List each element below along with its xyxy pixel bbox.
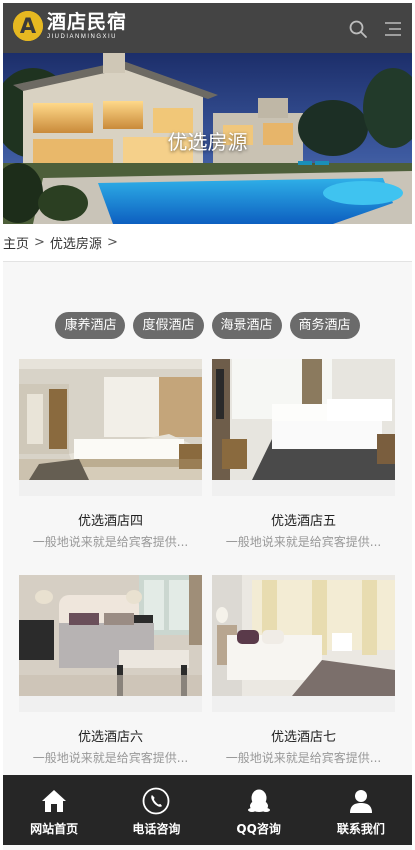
nav-label: 电话咨询 [132,822,181,836]
nav-label: 网站首页 [30,822,79,836]
hero-banner: 优选房源 [3,53,412,224]
category-tab-haijing[interactable]: 海景酒店 [211,312,282,339]
nav-item-home[interactable]: 网站首页 [3,775,105,845]
category-tab-shangwu[interactable]: 商务酒店 [289,312,360,339]
site-header: A 酒店民宿 JIUDIANMINGXIU [3,3,412,53]
brand-title: 酒店民宿 [47,11,128,33]
bottom-nav: 网站首页 电话咨询 QQ咨询 联系我们 [3,775,412,845]
banner-title: 优选房源 [167,130,248,154]
product-card[interactable]: 优选酒店五 一般地说来就是给宾客提供... [212,359,395,550]
nav-item-contact[interactable]: 联系我们 [310,775,412,845]
card-spacer [19,480,202,496]
product-card[interactable]: 优选酒店四 一般地说来就是给宾客提供... [19,359,202,550]
product-card[interactable]: 优选酒店七 一般地说来就是给宾客提供... [212,575,395,766]
breadcrumb-separator: > [34,235,45,250]
product-card[interactable]: 优选酒店六 一般地说来就是给宾客提供... [19,575,202,766]
product-description: 一般地说来就是给宾客提供... [225,535,382,549]
breadcrumb-current-link[interactable]: 优选房源 [50,233,102,252]
product-name[interactable]: 优选酒店七 [212,726,395,745]
product-name[interactable]: 优选酒店六 [19,726,202,745]
product-photo-room[interactable] [212,359,395,480]
page-frame: A 酒店民宿 JIUDIANMINGXIU 优选房源 主页 > 优选房源 > 康… [3,3,412,850]
qq-icon [247,789,270,812]
product-description: 一般地说来就是给宾客提供... [225,751,382,765]
phone-icon [142,787,170,815]
brand-subtitle: JIUDIANMINGXIU [47,34,118,40]
product-description: 一般地说来就是给宾客提供... [32,751,189,765]
category-tab-dujia[interactable]: 度假酒店 [133,312,204,339]
breadcrumb: 主页 > 优选房源 > [3,224,412,262]
nav-label: 联系我们 [336,822,385,836]
breadcrumb-home-link[interactable]: 主页 [3,233,29,252]
nav-item-phone[interactable]: 电话咨询 [105,775,207,845]
site-logo[interactable]: A 酒店民宿 JIUDIANMINGXIU [13,11,127,41]
logo-mark-icon: A [13,11,43,41]
product-name[interactable]: 优选酒店五 [212,510,395,529]
product-photo-room[interactable] [212,575,395,696]
card-spacer [212,480,395,496]
contact-icon [349,790,372,813]
home-icon [42,790,67,812]
product-name[interactable]: 优选酒店四 [19,510,202,529]
category-tabs: 康养酒店 度假酒店 海景酒店 商务酒店 [3,312,412,339]
product-photo-room[interactable] [19,359,202,480]
card-spacer [19,696,202,712]
breadcrumb-separator: > [106,235,118,250]
product-description: 一般地说来就是给宾客提供... [32,535,189,549]
logo-letter: A [20,14,37,38]
product-photo-room[interactable] [19,575,202,696]
search-icon[interactable] [348,19,368,39]
category-tab-kangyang[interactable]: 康养酒店 [55,312,126,339]
card-spacer [212,696,395,712]
nav-item-qq[interactable]: QQ咨询 [208,775,310,845]
menu-icon[interactable] [383,19,403,39]
nav-label: QQ咨询 [236,822,281,836]
